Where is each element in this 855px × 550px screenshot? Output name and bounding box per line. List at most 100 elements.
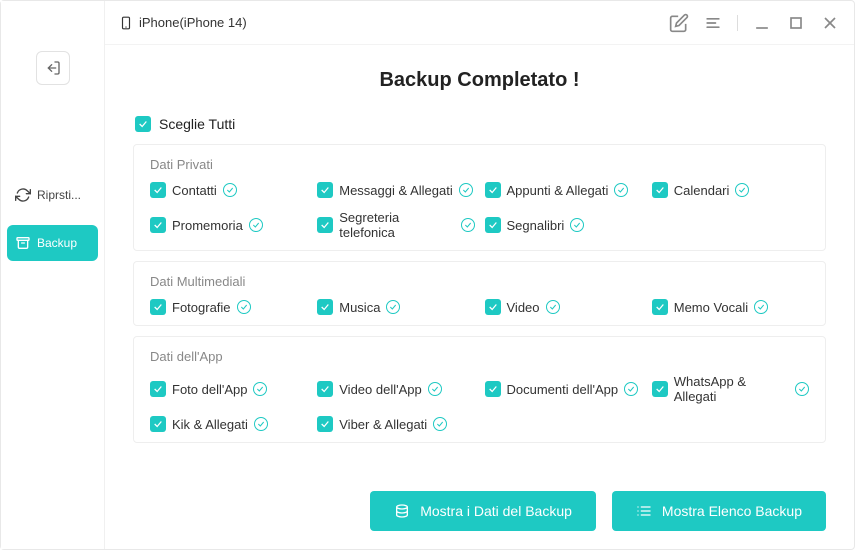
checkbox[interactable]: [485, 381, 501, 397]
item-label: Foto dell'App: [172, 382, 247, 397]
section-panel: Dati Multimediali Fotografie Musica Video Me…: [133, 261, 826, 326]
data-type-item[interactable]: Video dell'App: [317, 374, 474, 404]
close-button[interactable]: [820, 13, 840, 33]
item-label: Promemoria: [172, 218, 243, 233]
refresh-icon: [15, 187, 31, 203]
data-type-item[interactable]: Musica: [317, 299, 474, 315]
check-circle-icon: [253, 382, 267, 396]
item-label: Video dell'App: [339, 382, 421, 397]
data-type-item[interactable]: Kik & Allegati: [150, 416, 307, 432]
sidebar-item-restore[interactable]: Riprsti...: [7, 177, 98, 213]
data-type-item[interactable]: Promemoria: [150, 210, 307, 240]
check-circle-icon: [428, 382, 442, 396]
checkbox[interactable]: [150, 381, 166, 397]
content: Backup Completato ! Sceglie Tutti Dati P…: [105, 45, 854, 549]
section-title: Dati Multimediali: [150, 274, 809, 289]
device-indicator: iPhone(iPhone 14): [119, 14, 247, 32]
checkbox[interactable]: [317, 217, 333, 233]
app-window: Riprsti... Backup iPhone(iPhone 14): [0, 0, 855, 550]
separator: [737, 15, 738, 31]
menu-icon[interactable]: [703, 13, 723, 33]
show-backup-data-button[interactable]: Mostra i Dati del Backup: [370, 491, 596, 531]
data-type-item[interactable]: Segnalibri: [485, 210, 642, 240]
section-title: Dati Privati: [150, 157, 809, 172]
item-label: Video: [507, 300, 540, 315]
check-circle-icon: [614, 183, 628, 197]
checkbox[interactable]: [652, 381, 668, 397]
checkbox[interactable]: [317, 381, 333, 397]
checkbox[interactable]: [317, 299, 333, 315]
maximize-button[interactable]: [786, 13, 806, 33]
section-title: Dati dell'App: [150, 349, 809, 364]
nav-group: Riprsti... Backup: [1, 177, 104, 261]
page-title: Backup Completato !: [133, 69, 826, 92]
window-controls: [669, 13, 840, 33]
checkbox[interactable]: [150, 182, 166, 198]
device-name: iPhone(iPhone 14): [139, 15, 247, 30]
select-all-row[interactable]: Sceglie Tutti: [133, 116, 826, 132]
data-type-item[interactable]: Calendari: [652, 182, 809, 198]
archive-icon: [15, 235, 31, 251]
checkbox[interactable]: [150, 299, 166, 315]
item-label: Messaggi & Allegati: [339, 183, 452, 198]
footer-actions: Mostra i Dati del Backup Mostra Elenco B…: [133, 473, 826, 531]
data-type-item[interactable]: Memo Vocali: [652, 299, 809, 315]
item-label: Documenti dell'App: [507, 382, 619, 397]
checkbox[interactable]: [317, 416, 333, 432]
item-grid: Contatti Messaggi & Allegati Appunti & All…: [150, 182, 809, 240]
stack-icon: [394, 503, 410, 519]
data-type-item[interactable]: Documenti dell'App: [485, 374, 642, 404]
select-all-checkbox[interactable]: [135, 116, 151, 132]
checkbox[interactable]: [652, 182, 668, 198]
button-label: Mostra Elenco Backup: [662, 503, 802, 519]
section-panel: Dati dell'App Foto dell'App Video dell'App…: [133, 336, 826, 443]
data-type-item[interactable]: Foto dell'App: [150, 374, 307, 404]
checkbox[interactable]: [485, 217, 501, 233]
item-label: Contatti: [172, 183, 217, 198]
select-all-label: Sceglie Tutti: [159, 116, 235, 132]
sidebar-item-backup[interactable]: Backup: [7, 225, 98, 261]
sidebar-item-label: Riprsti...: [37, 188, 81, 202]
data-type-item[interactable]: Messaggi & Allegati: [317, 182, 474, 198]
item-label: Appunti & Allegati: [507, 183, 609, 198]
data-type-item[interactable]: Contatti: [150, 182, 307, 198]
item-label: Segnalibri: [507, 218, 565, 233]
main-area: iPhone(iPhone 14) Backup Completato ! Sc…: [105, 1, 854, 549]
checkbox[interactable]: [485, 299, 501, 315]
check-circle-icon: [624, 382, 638, 396]
list-icon: [636, 503, 652, 519]
titlebar: iPhone(iPhone 14): [105, 1, 854, 45]
data-type-item[interactable]: Segreteria telefonica: [317, 210, 474, 240]
data-type-item[interactable]: Video: [485, 299, 642, 315]
data-type-item[interactable]: Fotografie: [150, 299, 307, 315]
item-label: Segreteria telefonica: [339, 210, 454, 240]
item-label: Calendari: [674, 183, 730, 198]
check-circle-icon: [237, 300, 251, 314]
checkbox[interactable]: [150, 416, 166, 432]
sidebar-item-label: Backup: [37, 236, 77, 250]
sidebar: Riprsti... Backup: [1, 1, 105, 549]
data-type-item[interactable]: Viber & Allegati: [317, 416, 474, 432]
minimize-button[interactable]: [752, 13, 772, 33]
exit-icon: [45, 60, 61, 76]
checkbox[interactable]: [652, 299, 668, 315]
button-label: Mostra i Dati del Backup: [420, 503, 572, 519]
checkbox[interactable]: [150, 217, 166, 233]
check-circle-icon: [386, 300, 400, 314]
checkbox[interactable]: [485, 182, 501, 198]
item-label: Viber & Allegati: [339, 417, 427, 432]
check-circle-icon: [249, 218, 263, 232]
item-grid: Fotografie Musica Video Memo Vocali: [150, 299, 809, 315]
data-type-item[interactable]: Appunti & Allegati: [485, 182, 642, 198]
check-circle-icon: [735, 183, 749, 197]
edit-icon[interactable]: [669, 13, 689, 33]
checkbox[interactable]: [317, 182, 333, 198]
item-label: Musica: [339, 300, 380, 315]
check-circle-icon: [254, 417, 268, 431]
back-button[interactable]: [36, 51, 70, 85]
show-backup-list-button[interactable]: Mostra Elenco Backup: [612, 491, 826, 531]
section-panel: Dati Privati Contatti Messaggi & Allegati A…: [133, 144, 826, 251]
item-label: Fotografie: [172, 300, 231, 315]
data-type-item[interactable]: WhatsApp & Allegati: [652, 374, 809, 404]
check-circle-icon: [223, 183, 237, 197]
